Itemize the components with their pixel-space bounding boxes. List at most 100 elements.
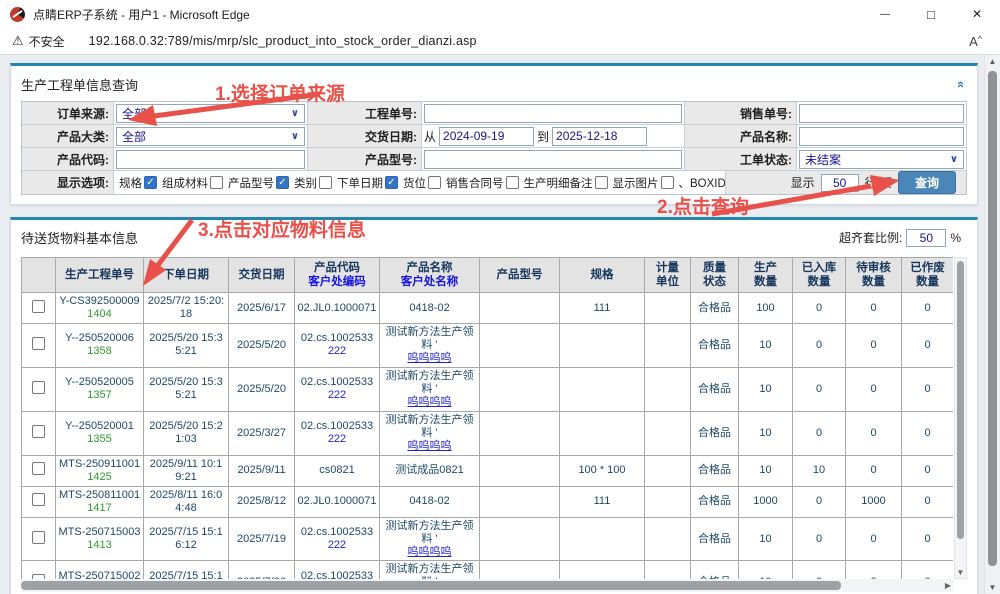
scroll-down-arrow-icon[interactable] bbox=[985, 583, 1000, 592]
url-text[interactable]: 192.168.0.32:789/mis/mrp/slc_product_int… bbox=[89, 34, 477, 48]
display-option-checkbox[interactable] bbox=[210, 176, 223, 189]
quality-status: 合格品 bbox=[698, 533, 731, 545]
customer-code[interactable]: 222 bbox=[297, 539, 377, 552]
customer-name-link[interactable]: 呜呜呜呜 bbox=[382, 396, 477, 409]
display-option-checkbox[interactable] bbox=[144, 176, 157, 189]
table-row[interactable]: MTS-2507150021412 2025/7/15 15:14:01 202… bbox=[22, 561, 954, 579]
product-code: 02.cs.1002533 bbox=[301, 420, 373, 432]
order-no[interactable]: Y--250520005 bbox=[65, 376, 134, 388]
window-title: 点睛ERP子系统 - 用户1 - Microsoft Edge bbox=[33, 6, 250, 23]
display-option[interactable]: 组成材料 bbox=[162, 175, 223, 191]
over-ratio-input[interactable] bbox=[906, 229, 946, 247]
scrollbar-thumb[interactable] bbox=[21, 581, 841, 590]
display-option-checkbox[interactable] bbox=[661, 176, 674, 189]
spec: 100 * 100 bbox=[578, 464, 625, 476]
display-option[interactable]: 生产明细备注 bbox=[524, 175, 608, 191]
customer-code[interactable]: 222 bbox=[297, 345, 377, 358]
page-vertical-scrollbar[interactable] bbox=[984, 55, 1000, 594]
product-code: 02.cs.1002533 bbox=[301, 526, 373, 538]
scroll-up-arrow-icon[interactable] bbox=[985, 57, 1000, 66]
display-option[interactable]: 规格 bbox=[119, 175, 157, 191]
pending-review-qty: 0 bbox=[870, 339, 876, 351]
product-code-input[interactable] bbox=[116, 150, 305, 169]
delivery-date: 2025/9/11 bbox=[237, 464, 285, 476]
customer-name-link[interactable]: 呜呜呜呜 bbox=[382, 546, 477, 559]
order-id: 1413 bbox=[58, 539, 141, 552]
scroll-down-arrow-icon[interactable] bbox=[955, 568, 966, 577]
table-row[interactable]: Y--2505200051357 2025/5/20 15:35:21 2025… bbox=[22, 367, 954, 411]
customer-code[interactable]: 222 bbox=[297, 433, 377, 446]
production-qty: 10 bbox=[759, 464, 771, 476]
material-table: 生产工程单号下单日期交货日期产品代码客户处编码产品名称客户处名称产品型号规格计量… bbox=[21, 257, 953, 579]
security-label[interactable]: 不安全 bbox=[29, 33, 65, 50]
product-name-input[interactable] bbox=[799, 127, 964, 146]
display-option-checkbox[interactable] bbox=[385, 176, 398, 189]
display-option-checkbox[interactable] bbox=[319, 176, 332, 189]
maximize-button[interactable] bbox=[908, 0, 954, 28]
order-no[interactable]: Y--250520001 bbox=[65, 420, 134, 432]
table-row[interactable]: MTS-2507150031413 2025/7/15 15:16:12 202… bbox=[22, 517, 954, 561]
row-checkbox[interactable] bbox=[32, 531, 45, 544]
customer-code[interactable]: 222 bbox=[297, 389, 377, 402]
query-button[interactable]: 查询 bbox=[898, 171, 956, 194]
display-option[interactable]: 、BOXID&行号 bbox=[679, 175, 727, 191]
sales-no-input[interactable] bbox=[799, 104, 964, 123]
row-checkbox[interactable] bbox=[32, 300, 45, 313]
delivery-date: 2025/7/19 bbox=[237, 533, 286, 545]
display-option-label: 生产明细备注 bbox=[524, 175, 593, 191]
display-option[interactable]: 下单日期 bbox=[337, 175, 398, 191]
scrollbar-thumb[interactable] bbox=[988, 71, 997, 566]
product-model-input[interactable] bbox=[424, 150, 682, 169]
table-row[interactable]: MTS-2509110011425 2025/9/11 10:19:21 202… bbox=[22, 455, 954, 486]
order-no[interactable]: MTS-250911001 bbox=[59, 458, 140, 470]
display-option[interactable]: 显示图片 bbox=[613, 175, 674, 191]
display-option-checkbox[interactable] bbox=[428, 176, 441, 189]
scroll-right-arrow-icon[interactable] bbox=[945, 581, 951, 590]
column-header: 已作废数量 bbox=[902, 258, 954, 293]
delivery-date-to-input[interactable] bbox=[552, 127, 647, 146]
row-checkbox[interactable] bbox=[32, 337, 45, 350]
table-row[interactable]: Y--2505200011355 2025/5/20 15:21:03 2025… bbox=[22, 411, 954, 455]
row-checkbox[interactable] bbox=[32, 381, 45, 394]
order-status-select[interactable]: 未结案 bbox=[799, 150, 964, 169]
table-row[interactable]: Y-CS3925000091404 2025/7/2 15:20:18 2025… bbox=[22, 293, 954, 324]
table-row[interactable]: Y--2505200061358 2025/5/20 15:35:21 2025… bbox=[22, 323, 954, 367]
collapse-panel-icon[interactable] bbox=[958, 77, 965, 92]
display-option-checkbox[interactable] bbox=[595, 176, 608, 189]
product-code: 02.JL0.1000071 bbox=[298, 302, 377, 314]
table-row[interactable]: MTS-2508110011417 2025/8/11 16:04:48 202… bbox=[22, 486, 954, 517]
order-no[interactable]: Y--250520006 bbox=[65, 332, 134, 344]
display-option[interactable]: 销售合同号 bbox=[446, 175, 519, 191]
display-option[interactable]: 货位 bbox=[403, 175, 441, 191]
read-aloud-icon[interactable] bbox=[969, 34, 988, 49]
display-option-checkbox[interactable] bbox=[276, 176, 289, 189]
minimize-button[interactable] bbox=[862, 0, 908, 28]
project-no-input[interactable] bbox=[424, 104, 682, 123]
order-no[interactable]: MTS-250811001 bbox=[59, 489, 140, 501]
customer-name-link[interactable]: 呜呜呜呜 bbox=[382, 440, 477, 453]
row-checkbox[interactable] bbox=[32, 462, 45, 475]
product-code: 02.JL0.1000071 bbox=[298, 495, 377, 507]
query-panel-title: 生产工程单信息查询 bbox=[21, 75, 138, 94]
table-horizontal-scrollbar[interactable] bbox=[21, 579, 953, 592]
rows-per-page-input[interactable] bbox=[821, 174, 859, 192]
display-option-checkbox[interactable] bbox=[506, 176, 519, 189]
table-vertical-scrollbar[interactable] bbox=[954, 257, 967, 579]
customer-name-link[interactable]: 呜呜呜呜 bbox=[382, 352, 477, 365]
display-options: 规格 组成材料 产品型号 类别 下单日期 货位 销售合同号 生产明细备注 显示图… bbox=[114, 171, 726, 194]
display-option[interactable]: 类别 bbox=[294, 175, 332, 191]
delivery-date-from-input[interactable] bbox=[439, 127, 534, 146]
product-category-select[interactable]: 全部 bbox=[116, 127, 305, 146]
display-option[interactable]: 产品型号 bbox=[228, 175, 289, 191]
order-id: 1417 bbox=[58, 502, 141, 515]
row-checkbox[interactable] bbox=[32, 425, 45, 438]
order-no[interactable]: MTS-250715003 bbox=[59, 526, 141, 538]
order-no[interactable]: MTS-250715002 bbox=[59, 570, 141, 579]
scrollbar-thumb[interactable] bbox=[957, 261, 964, 539]
over-ratio-unit: % bbox=[950, 231, 961, 245]
row-checkbox[interactable] bbox=[32, 493, 45, 506]
order-no[interactable]: Y-CS392500009 bbox=[59, 295, 139, 307]
order-source-select[interactable]: 全部 bbox=[116, 104, 305, 123]
display-option-label: 类别 bbox=[294, 175, 317, 191]
close-button[interactable] bbox=[954, 0, 1000, 28]
